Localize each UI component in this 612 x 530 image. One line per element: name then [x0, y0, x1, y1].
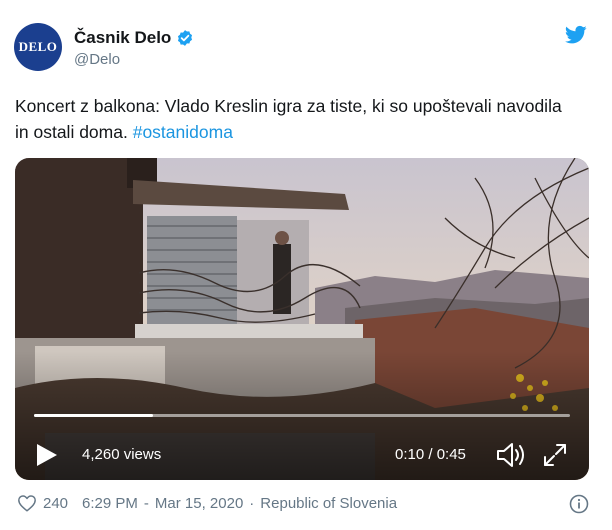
tweet-card: DELO Časnik Delo @Delo Koncert z balkona… [0, 0, 612, 530]
verified-badge-icon [178, 30, 193, 46]
tweet-text: Koncert z balkona: Vlado Kreslin igra za… [15, 93, 575, 145]
hashtag-link[interactable]: #ostanidoma [133, 122, 233, 142]
volume-icon[interactable] [495, 441, 527, 469]
tweet-footer: 240 6:29 PM - Mar 15, 2020 · Republic of… [17, 494, 397, 512]
display-name[interactable]: Časnik Delo [74, 28, 171, 48]
tweet-date[interactable]: Mar 15, 2020 [155, 495, 243, 512]
tweet-time[interactable]: 6:29 PM [82, 495, 138, 512]
avatar[interactable]: DELO [14, 23, 62, 71]
video-player[interactable]: 4,260 views 0:10 / 0:45 [15, 158, 589, 480]
info-icon[interactable] [569, 494, 589, 514]
video-progress-bar[interactable] [34, 414, 570, 417]
account-handle[interactable]: @Delo [74, 51, 120, 68]
video-progress-fill [34, 414, 153, 417]
separator: - [143, 494, 149, 512]
play-icon[interactable] [35, 442, 59, 468]
account-name-row[interactable]: Časnik Delo [74, 28, 194, 48]
heart-icon[interactable] [17, 494, 37, 512]
separator: · [249, 494, 255, 512]
tweet-body: Koncert z balkona: Vlado Kreslin igra za… [15, 96, 562, 142]
twitter-bird-icon[interactable] [565, 25, 587, 45]
fullscreen-icon[interactable] [542, 442, 568, 468]
avatar-logo-text: DELO [18, 39, 58, 54]
tweet-location[interactable]: Republic of Slovenia [260, 495, 397, 512]
like-count[interactable]: 240 [43, 495, 68, 512]
view-count: 4,260 views [82, 446, 162, 463]
video-frame [15, 158, 589, 480]
video-time: 0:10 / 0:45 [395, 446, 466, 463]
